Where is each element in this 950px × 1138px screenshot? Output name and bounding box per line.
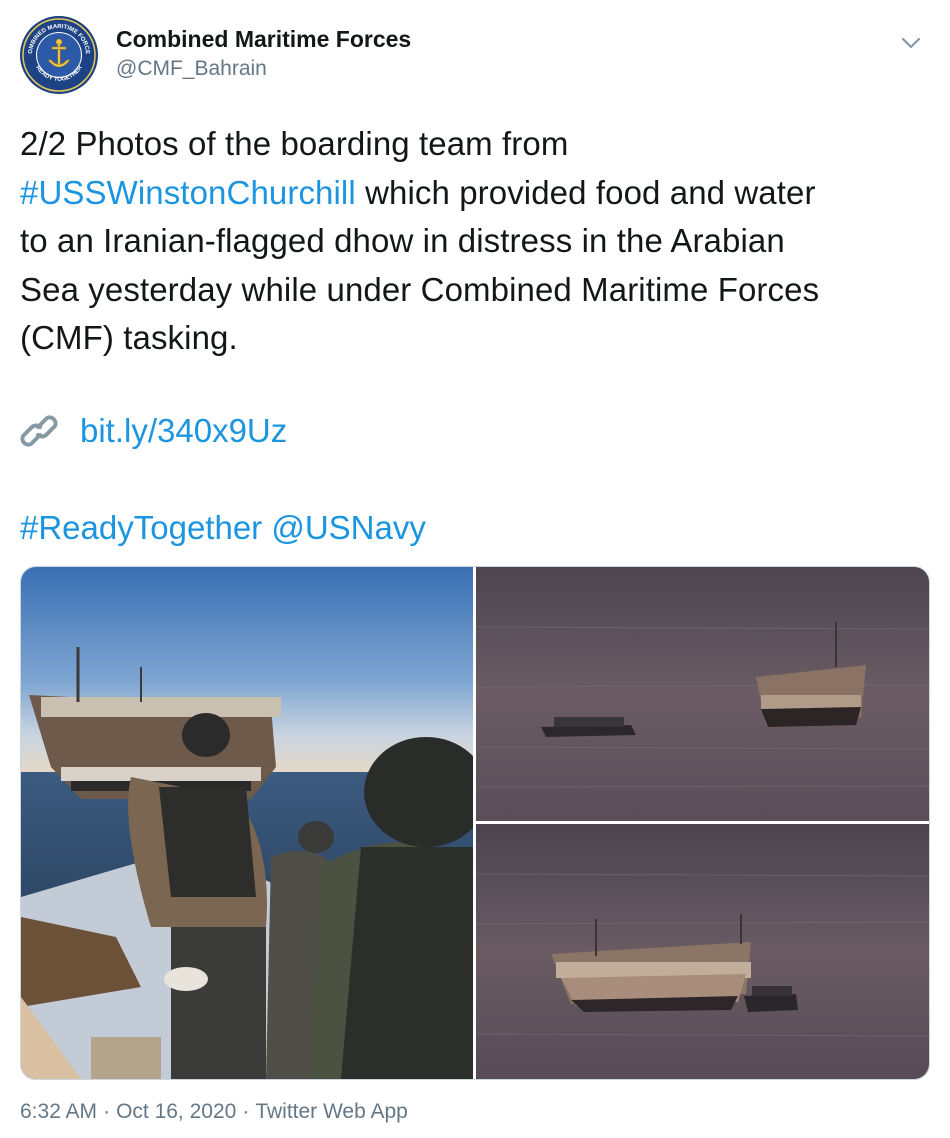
hashtag-link[interactable]: #USSWinstonChurchill bbox=[20, 174, 356, 211]
cmf-logo: COMBINED MARITIME FORCES READY TOGETHER bbox=[20, 16, 97, 93]
tweet-text-segment: to an Iranian-flagged dhow in distress i… bbox=[20, 222, 785, 259]
tweet-source[interactable]: Twitter Web App bbox=[255, 1100, 408, 1123]
avatar[interactable]: COMBINED MARITIME FORCES READY TOGETHER bbox=[20, 16, 98, 94]
account-name[interactable]: Combined Maritime Forces bbox=[116, 26, 411, 53]
tweet-meta: 6:32 AM · Oct 16, 2020 · Twitter Web App bbox=[20, 1100, 408, 1124]
tweet-tags-row: #ReadyTogether @USNavy bbox=[20, 504, 426, 552]
tweet-url-link[interactable]: bit.ly/340x9Uz bbox=[80, 407, 287, 455]
tweet-text-line: to an Iranian-flagged dhow in distress i… bbox=[20, 217, 930, 266]
photo-dhow-and-boat-close[interactable] bbox=[476, 824, 929, 1079]
tweet-header: COMBINED MARITIME FORCES READY TOGETHER … bbox=[20, 16, 930, 96]
photo-dhow-and-boat-distance[interactable] bbox=[476, 567, 929, 821]
meta-separator: · bbox=[242, 1100, 250, 1123]
media-grid bbox=[20, 566, 930, 1080]
mention-link[interactable]: @USNavy bbox=[271, 509, 426, 546]
tweet-text-segment: (CMF) tasking. bbox=[20, 319, 238, 356]
tweet-text-line: 2/2 Photos of the boarding team from bbox=[20, 120, 930, 169]
hashtag-link[interactable]: #ReadyTogether bbox=[20, 509, 262, 546]
meta-separator: · bbox=[103, 1100, 111, 1123]
tweet-text-line: #USSWinstonChurchill which provided food… bbox=[20, 169, 930, 218]
tweet-text: 2/2 Photos of the boarding team from #USS… bbox=[20, 120, 930, 363]
link-chain-icon bbox=[20, 415, 58, 447]
tweet-text-segment: which provided food and water bbox=[355, 173, 816, 211]
chevron-down-icon[interactable] bbox=[898, 30, 924, 56]
tweet-text-line: (CMF) tasking. bbox=[20, 314, 930, 363]
photo-boarding-team[interactable] bbox=[21, 567, 473, 1079]
tweet-text-segment: 2/2 Photos of the boarding team from bbox=[20, 125, 569, 162]
tweet-time[interactable]: 6:32 AM bbox=[20, 1100, 97, 1123]
account-handle[interactable]: @CMF_Bahrain bbox=[116, 57, 267, 81]
tweet-text-segment: Sea yesterday while under Combined Marit… bbox=[20, 270, 820, 308]
tweet-text-line: Sea yesterday while under Combined Marit… bbox=[20, 266, 930, 315]
tweet-date[interactable]: Oct 16, 2020 bbox=[116, 1100, 236, 1123]
